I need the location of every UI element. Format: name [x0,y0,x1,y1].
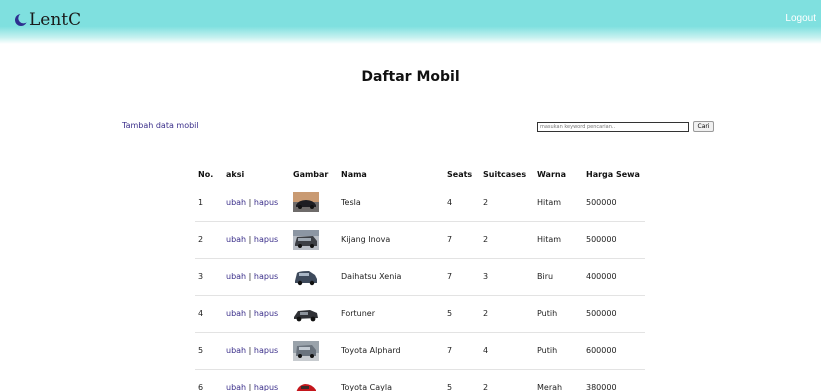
edit-link[interactable]: ubah [226,272,246,281]
cell-no: 4 [195,295,223,333]
cell-suitcases: 3 [480,258,534,296]
header-suitcases: Suitcases [483,169,527,179]
cell-suitcases: 2 [480,184,534,222]
cell-seats: 4 [444,184,480,222]
header-gambar: Gambar [293,169,329,179]
cell-no: 2 [195,221,223,259]
cell-seats: 5 [444,295,480,333]
cell-aksi: ubah | hapus [223,258,290,296]
header-warna: Warna [537,169,566,179]
cell-seats: 7 [444,221,480,259]
search-button[interactable]: Cari [693,121,714,132]
cell-seats: 7 [444,258,480,296]
cell-nama: Kijang Inova [338,221,444,259]
header-seats: Seats [447,169,473,179]
delete-link[interactable]: hapus [254,272,278,281]
cell-seats: 7 [444,332,480,370]
logout-link[interactable]: Logout [785,13,816,24]
delete-link[interactable]: hapus [254,235,278,244]
car-table: No. aksi Gambar Nama Seats Suitcases War… [195,164,645,391]
cell-harga: 500000 [583,184,645,222]
edit-link[interactable]: ubah [226,235,246,244]
delete-link[interactable]: hapus [254,309,278,318]
cell-warna: Biru [534,258,583,296]
cell-nama: Fortuner [338,295,444,333]
table-row: 6 ubah | hapus Toyota Cayla 5 2 Merah 38… [195,369,645,391]
cell-harga: 380000 [586,383,617,391]
header-no: No. [198,169,214,179]
edit-link[interactable]: ubah [226,346,246,355]
table-header-row: No. aksi Gambar Nama Seats Suitcases War… [195,164,645,184]
cell-gambar [290,332,338,370]
xenia-photo [293,266,319,287]
edit-link[interactable]: ubah [226,198,246,207]
table-row: 2 ubah | hapus Kijang Inova 7 2 Hitam 50… [195,221,645,259]
edit-link[interactable]: ubah [226,383,246,391]
cell-warna: Putih [534,295,583,333]
cell-harga: 600000 [583,332,645,370]
cell-nama: Daihatsu Xenia [338,258,444,296]
cell-gambar [290,369,338,391]
cell-aksi: ubah | hapus [223,221,290,259]
cell-no: 1 [195,184,223,222]
delete-link[interactable]: hapus [254,383,278,391]
cell-nama: Toyota Cayla [341,383,392,391]
table-row: 3 ubah | hapus Daihatsu Xenia 7 3 Biru 4… [195,258,645,296]
cell-no: 6 [198,383,204,391]
action-separator: | [248,197,252,207]
brand-logo[interactable]: LentC [14,10,81,30]
page-title: Daftar Mobil [361,69,460,85]
cell-gambar [290,295,338,333]
action-separator: | [248,235,252,244]
navbar: LentC Logout [0,0,821,44]
header-harga: Harga Sewa [586,169,640,179]
cell-aksi: ubah | hapus [223,295,290,333]
cell-nama: Tesla [338,184,444,222]
table-row: 4 ubah | hapus Fortuner 5 2 Putih 500000 [195,295,645,333]
action-separator: | [248,272,252,281]
action-separator: | [248,309,252,318]
crescent-moon-icon [15,13,28,26]
cell-no: 5 [195,332,223,370]
search-form: Cari [537,121,714,132]
table-row: 1 ubah | hapus Tesla 4 2 Hitam 500000 [195,184,645,222]
delete-link[interactable]: hapus [254,198,278,207]
cell-no: 3 [195,258,223,296]
cell-gambar [290,258,338,296]
kijang-photo [293,229,319,250]
alphard-photo [293,340,319,361]
search-input[interactable] [537,121,689,132]
cell-warna: Putih [534,332,583,370]
fortuner-photo [293,303,319,324]
cell-suitcases: 2 [483,383,489,391]
tesla-photo [293,192,319,213]
cell-nama: Toyota Alphard [338,332,444,370]
cell-warna: Hitam [534,184,583,222]
brand-name: LentC [29,10,82,30]
cell-seats: 5 [447,383,453,391]
cell-gambar [290,184,338,222]
cell-harga: 400000 [583,258,645,296]
cell-warna: Hitam [534,221,583,259]
cell-harga: 500000 [583,221,645,259]
cell-suitcases: 2 [480,295,534,333]
header-nama: Nama [341,169,367,179]
cell-aksi: ubah | hapus [223,369,290,391]
cell-suitcases: 2 [480,221,534,259]
cell-aksi: ubah | hapus [223,184,290,222]
cayla-photo [293,377,319,391]
action-separator: | [248,346,252,355]
cell-harga: 500000 [583,295,645,333]
delete-link[interactable]: hapus [254,346,278,355]
cell-gambar [290,221,338,259]
cell-warna: Merah [537,383,563,391]
cell-aksi: ubah | hapus [223,332,290,370]
table-row: 5 ubah | hapus Toyota Alphard 7 4 Putih … [195,332,645,370]
cell-suitcases: 4 [480,332,534,370]
action-separator: | [248,383,252,391]
add-car-link[interactable]: Tambah data mobil [122,121,199,130]
edit-link[interactable]: ubah [226,309,246,318]
header-aksi: aksi [226,169,245,179]
